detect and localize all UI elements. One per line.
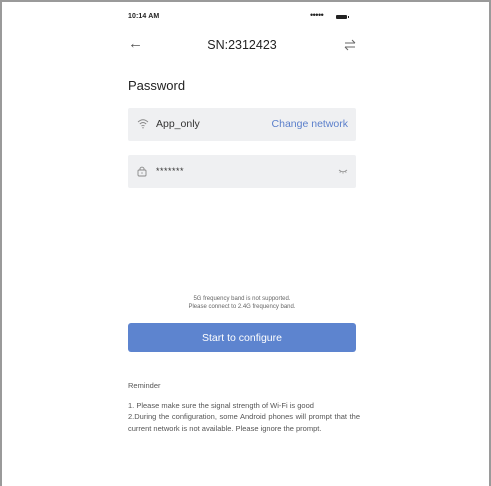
reminder-line-1: 1. Please make sure the signal strength … <box>128 401 314 410</box>
section-title: Password <box>128 78 186 93</box>
back-arrow-icon[interactable]: ← <box>128 34 143 54</box>
frequency-band-note: 5G frequency band is not supported. Plea… <box>128 296 356 311</box>
reminder-line-2: 2.During the configuration, some Android… <box>128 412 360 433</box>
status-bar: 10:14 AM ••••• <box>128 10 356 23</box>
reminder-text: 1. Please make sure the signal strength … <box>128 400 360 434</box>
nav-bar: SN:2312423 ← <box>128 34 356 56</box>
password-field[interactable]: ******* <box>128 155 356 188</box>
reminder-title: Reminder <box>128 381 161 390</box>
wifi-icon <box>137 119 149 129</box>
network-name: App_only <box>156 118 200 130</box>
band-note-line-1: 5G frequency band is not supported. <box>193 296 291 302</box>
eye-closed-icon[interactable] <box>338 169 348 174</box>
switch-arrows-icon[interactable] <box>344 38 356 52</box>
change-network-link[interactable]: Change network <box>272 118 348 130</box>
password-value: ******* <box>156 166 185 176</box>
wifi-network-field[interactable]: App_only Change network <box>128 108 356 141</box>
lock-icon <box>137 166 147 177</box>
status-time: 10:14 AM <box>128 13 160 20</box>
band-note-line-2: Please connect to 2.4G frequency band. <box>188 303 296 310</box>
signal-dots-icon: ••••• <box>310 10 324 20</box>
battery-icon <box>336 15 349 19</box>
page-title: SN:2312423 <box>207 38 277 52</box>
start-configure-button[interactable]: Start to configure <box>128 323 356 352</box>
